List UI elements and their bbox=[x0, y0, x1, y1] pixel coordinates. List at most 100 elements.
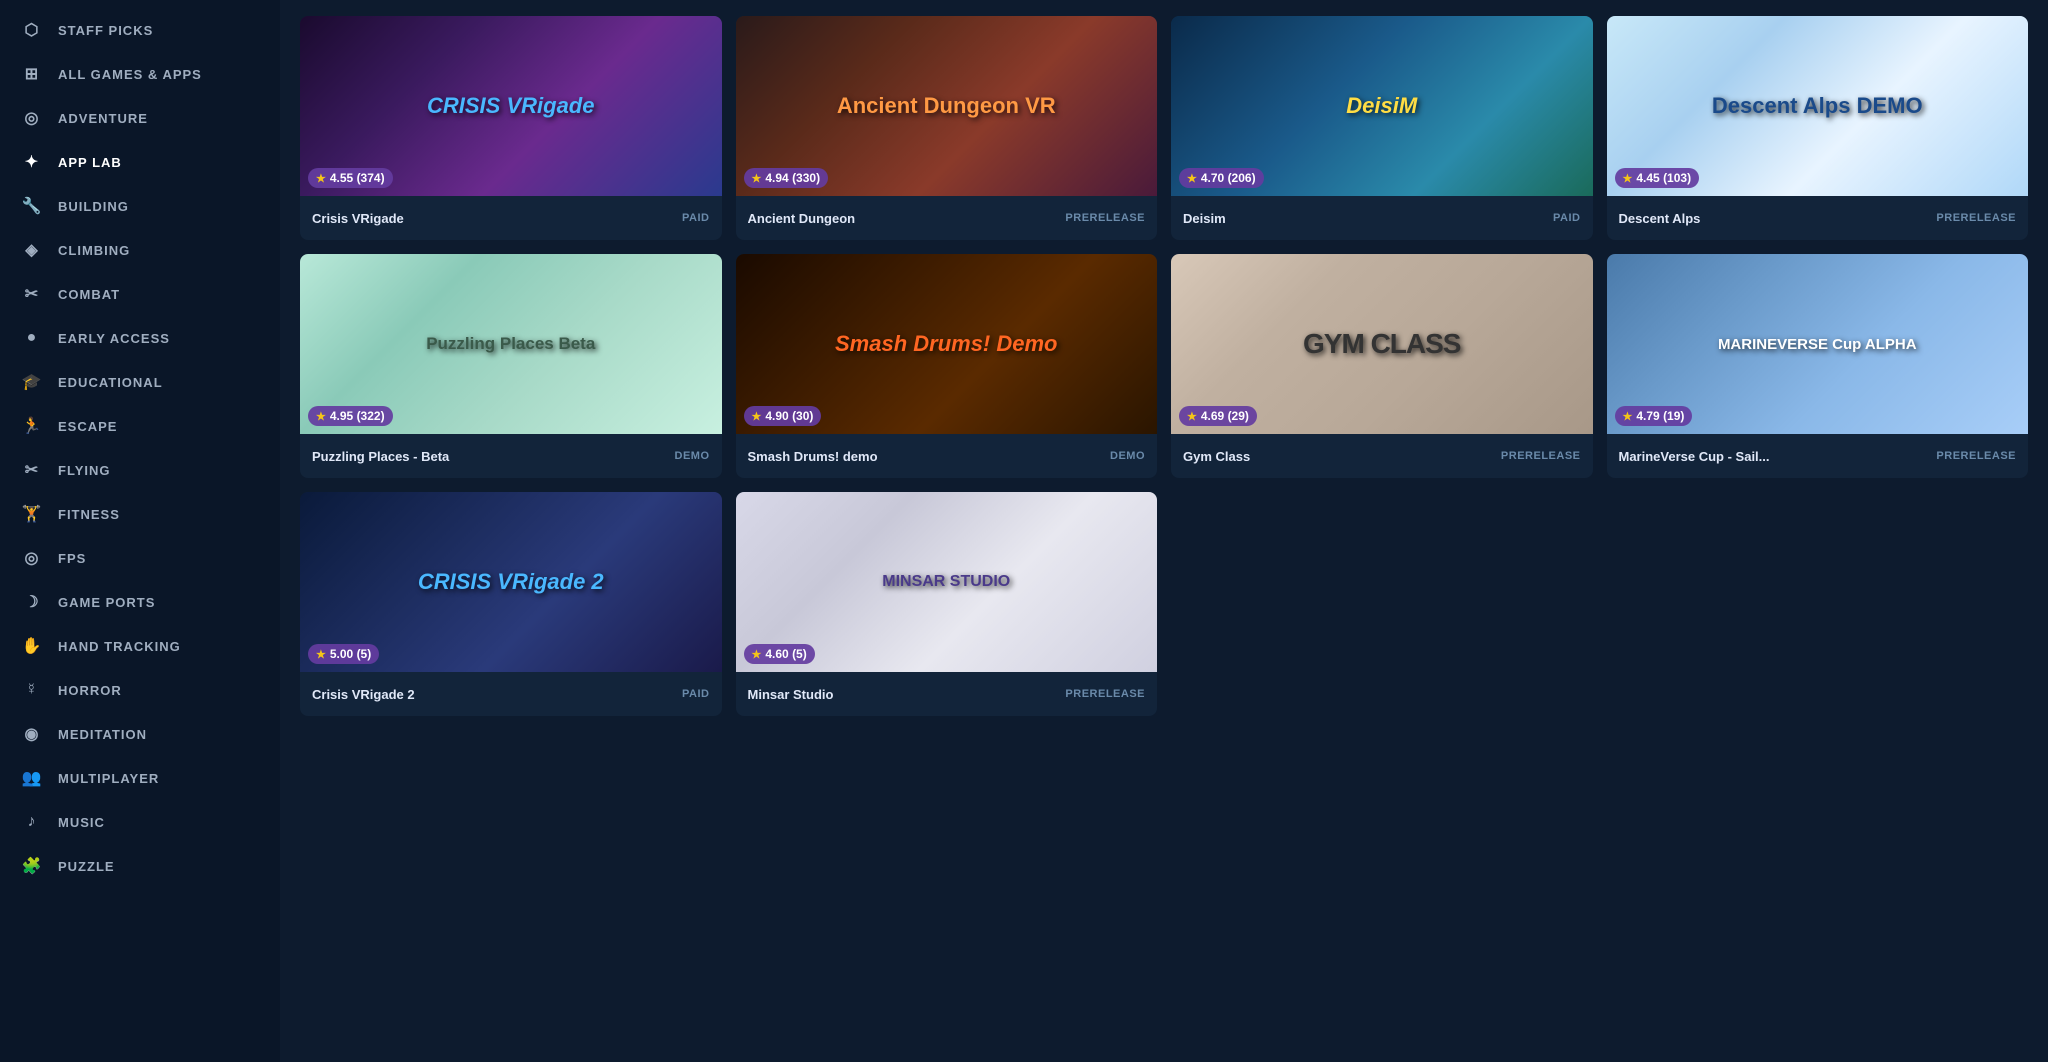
sidebar-label-fitness: FITNESS bbox=[58, 507, 120, 522]
game-ports-icon: ☽ bbox=[20, 590, 44, 614]
game-thumbnail-deisim: DeisiM★ 4.70 (206) bbox=[1171, 16, 1593, 196]
sidebar-item-puzzle[interactable]: 🧩PUZZLE bbox=[0, 844, 280, 888]
meditation-icon: ◉ bbox=[20, 722, 44, 746]
sidebar-item-building[interactable]: 🔧 BUILDING bbox=[0, 184, 280, 228]
game-card-marineverse[interactable]: MARINEVERSE Cup ALPHA★ 4.79 (19)MarineVe… bbox=[1607, 254, 2029, 478]
sidebar-label-multiplayer: MULTIPLAYER bbox=[58, 771, 159, 786]
game-tag-crisis-vrigade: PAID bbox=[682, 212, 709, 224]
music-icon: ♪ bbox=[20, 810, 44, 834]
rating-badge-smash-drums: ★ 4.90 (30) bbox=[744, 406, 822, 426]
game-card-descent-alps[interactable]: Descent Alps DEMO★ 4.45 (103)Descent Alp… bbox=[1607, 16, 2029, 240]
game-info-puzzling-places: Puzzling Places - BetaDEMO bbox=[300, 434, 722, 478]
game-card-crisis-vrigade-2[interactable]: CRISIS VRigade 2★ 5.00 (5)Crisis VRigade… bbox=[300, 492, 722, 716]
game-tag-smash-drums: DEMO bbox=[1110, 450, 1145, 462]
star-icon: ★ bbox=[1187, 410, 1197, 423]
game-title-deisim: Deisim bbox=[1183, 211, 1545, 226]
building-icon: 🔧 bbox=[20, 194, 44, 218]
sidebar-label-adventure: ADVENTURE bbox=[58, 111, 148, 126]
game-title-ancient-dungeon: Ancient Dungeon bbox=[748, 211, 1058, 226]
sidebar-item-meditation[interactable]: ◉MEDITATION bbox=[0, 712, 280, 756]
horror-icon: ☿ bbox=[20, 678, 44, 702]
sidebar-item-all-games[interactable]: ⊞ALL GAMES & APPS bbox=[0, 52, 280, 96]
sidebar-item-game-ports[interactable]: ☽ GAME PORTS bbox=[0, 580, 280, 624]
game-info-marineverse: MarineVerse Cup - Sail...PRERELEASE bbox=[1607, 434, 2029, 478]
game-info-crisis-vrigade: Crisis VRigade PAID bbox=[300, 196, 722, 240]
sidebar-item-staff-picks[interactable]: ⬡STAFF PICKS bbox=[0, 8, 280, 52]
rating-badge-crisis-vrigade-2: ★ 5.00 (5) bbox=[308, 644, 379, 664]
game-title-marineverse: MarineVerse Cup - Sail... bbox=[1619, 449, 1929, 464]
combat-icon: ✂ bbox=[20, 282, 44, 306]
game-title-descent-alps: Descent Alps bbox=[1619, 211, 1929, 226]
game-info-deisim: DeisimPAID bbox=[1171, 196, 1593, 240]
sidebar-item-adventure[interactable]: ◎ ADVENTURE bbox=[0, 96, 280, 140]
sidebar-label-early-access: EARLY ACCESS bbox=[58, 331, 170, 346]
sidebar-label-combat: COMBAT bbox=[58, 287, 120, 302]
rating-badge-deisim: ★ 4.70 (206) bbox=[1179, 168, 1264, 188]
game-card-minsar[interactable]: MINSAR STUDIO★ 4.60 (5)Minsar StudioPRER… bbox=[736, 492, 1158, 716]
game-info-crisis-vrigade-2: Crisis VRigade 2PAID bbox=[300, 672, 722, 716]
game-tag-gym-class: PRERELEASE bbox=[1501, 450, 1581, 462]
rating-badge-descent-alps: ★ 4.45 (103) bbox=[1615, 168, 1700, 188]
fitness-icon: 🏋 bbox=[20, 502, 44, 526]
sidebar-item-multiplayer[interactable]: 👥 MULTIPLAYER bbox=[0, 756, 280, 800]
educational-icon: 🎓 bbox=[20, 370, 44, 394]
sidebar-label-flying: FLYING bbox=[58, 463, 110, 478]
sidebar-item-fitness[interactable]: 🏋 FITNESS bbox=[0, 492, 280, 536]
game-title-crisis-vrigade: Crisis VRigade bbox=[312, 211, 674, 226]
sidebar-label-building: BUILDING bbox=[58, 199, 129, 214]
sidebar-item-flying[interactable]: ✂ FLYING bbox=[0, 448, 280, 492]
game-info-ancient-dungeon: Ancient Dungeon PRERELEASE bbox=[736, 196, 1158, 240]
games-grid: CRISIS VRigade★ 4.55 (374)Crisis VRigade… bbox=[300, 16, 2028, 716]
sidebar: ⬡STAFF PICKS⊞ALL GAMES & APPS ◎ ADVENTURE ✦… bbox=[0, 0, 280, 1062]
app-lab-icon: ✦ bbox=[20, 150, 44, 174]
sidebar-label-game-ports: GAME PORTS bbox=[58, 595, 155, 610]
star-icon: ★ bbox=[316, 172, 326, 185]
multiplayer-icon: 👥 bbox=[20, 766, 44, 790]
flying-icon: ✂ bbox=[20, 458, 44, 482]
game-tag-ancient-dungeon: PRERELEASE bbox=[1065, 212, 1145, 224]
game-thumbnail-ancient-dungeon: Ancient Dungeon VR★ 4.94 (330) bbox=[736, 16, 1158, 196]
sidebar-item-app-lab[interactable]: ✦ APP LAB bbox=[0, 140, 280, 184]
sidebar-item-climbing[interactable]: ◈CLIMBING bbox=[0, 228, 280, 272]
sidebar-item-fps[interactable]: ◎FPS bbox=[0, 536, 280, 580]
game-thumbnail-marineverse: MARINEVERSE Cup ALPHA★ 4.79 (19) bbox=[1607, 254, 2029, 434]
game-title-crisis-vrigade-2: Crisis VRigade 2 bbox=[312, 687, 674, 702]
hand-tracking-icon: ✋ bbox=[20, 634, 44, 658]
game-card-crisis-vrigade[interactable]: CRISIS VRigade★ 4.55 (374)Crisis VRigade… bbox=[300, 16, 722, 240]
rating-badge-marineverse: ★ 4.79 (19) bbox=[1615, 406, 1693, 426]
game-card-gym-class[interactable]: GYM CLASS★ 4.69 (29)Gym ClassPRERELEASE bbox=[1171, 254, 1593, 478]
game-card-smash-drums[interactable]: Smash Drums! Demo★ 4.90 (30)Smash Drums!… bbox=[736, 254, 1158, 478]
star-icon: ★ bbox=[1623, 410, 1633, 423]
sidebar-item-escape[interactable]: 🏃ESCAPE bbox=[0, 404, 280, 448]
sidebar-item-hand-tracking[interactable]: ✋ HAND TRACKING bbox=[0, 624, 280, 668]
adventure-icon: ◎ bbox=[20, 106, 44, 130]
star-icon: ★ bbox=[752, 172, 762, 185]
star-icon: ★ bbox=[316, 648, 326, 661]
game-info-minsar: Minsar Studio PRERELEASE bbox=[736, 672, 1158, 716]
game-title-gym-class: Gym Class bbox=[1183, 449, 1493, 464]
sidebar-label-puzzle: PUZZLE bbox=[58, 859, 115, 874]
sidebar-label-escape: ESCAPE bbox=[58, 419, 117, 434]
sidebar-label-climbing: CLIMBING bbox=[58, 243, 130, 258]
game-card-deisim[interactable]: DeisiM★ 4.70 (206)DeisimPAID bbox=[1171, 16, 1593, 240]
sidebar-label-educational: EDUCATIONAL bbox=[58, 375, 163, 390]
rating-badge-gym-class: ★ 4.69 (29) bbox=[1179, 406, 1257, 426]
sidebar-label-app-lab: APP LAB bbox=[58, 155, 122, 170]
game-info-smash-drums: Smash Drums! demoDEMO bbox=[736, 434, 1158, 478]
game-card-puzzling-places[interactable]: Puzzling Places Beta★ 4.95 (322)Puzzling… bbox=[300, 254, 722, 478]
rating-badge-puzzling-places: ★ 4.95 (322) bbox=[308, 406, 393, 426]
sidebar-item-music[interactable]: ♪MUSIC bbox=[0, 800, 280, 844]
sidebar-item-educational[interactable]: 🎓 EDUCATIONAL bbox=[0, 360, 280, 404]
game-title-minsar: Minsar Studio bbox=[748, 687, 1058, 702]
star-icon: ★ bbox=[1187, 172, 1197, 185]
sidebar-label-hand-tracking: HAND TRACKING bbox=[58, 639, 181, 654]
sidebar-item-horror[interactable]: ☿HORROR bbox=[0, 668, 280, 712]
sidebar-item-early-access[interactable]: ● EARLY ACCESS bbox=[0, 316, 280, 360]
game-tag-minsar: PRERELEASE bbox=[1065, 688, 1145, 700]
game-card-ancient-dungeon[interactable]: Ancient Dungeon VR★ 4.94 (330)Ancient Du… bbox=[736, 16, 1158, 240]
early-access-icon: ● bbox=[20, 326, 44, 350]
game-info-descent-alps: Descent AlpsPRERELEASE bbox=[1607, 196, 2029, 240]
star-icon: ★ bbox=[752, 648, 762, 661]
sidebar-label-all-games: ALL GAMES & APPS bbox=[58, 67, 202, 82]
sidebar-item-combat[interactable]: ✂ COMBAT bbox=[0, 272, 280, 316]
